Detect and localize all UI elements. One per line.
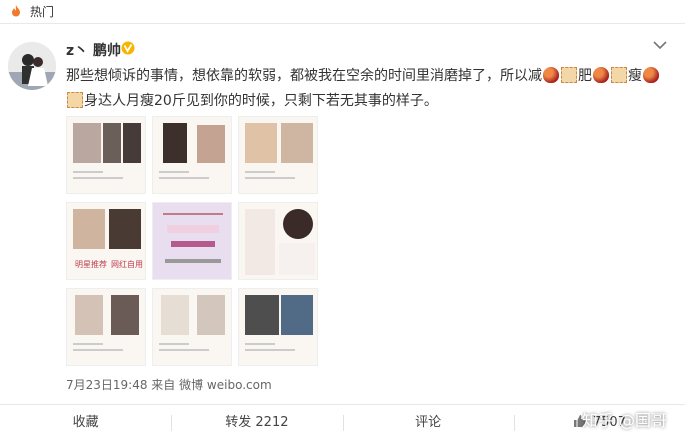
image-thumbnail[interactable]: 明星推荐 网红自用 xyxy=(66,202,146,280)
verified-badge-icon xyxy=(121,41,135,55)
section-label: 热门 xyxy=(30,5,55,19)
favorite-label: 收藏 xyxy=(72,415,99,430)
image-caption: 明星推荐 xyxy=(75,260,107,269)
emoji-icon xyxy=(643,67,659,83)
image-thumbnail[interactable] xyxy=(152,288,232,366)
image-thumbnail[interactable] xyxy=(66,288,146,366)
section-header: 热门 xyxy=(0,0,685,24)
post-text-part: 身达人月瘦20斤见到你的时候，只剩下若无其事的样子。 xyxy=(84,93,438,109)
post-text-part: 瘦 xyxy=(628,68,642,84)
username[interactable]: z丶 鹏帅 xyxy=(66,40,121,60)
image-thumbnail[interactable] xyxy=(152,116,232,194)
image-thumbnail[interactable] xyxy=(238,288,318,366)
watermark: 知乎 @国哥 xyxy=(581,411,667,430)
image-caption: 网红自用 xyxy=(111,260,143,269)
emoji-icon xyxy=(561,67,577,83)
favorite-button[interactable]: 收藏 xyxy=(0,405,171,443)
emoji-icon xyxy=(611,67,627,83)
emoji-icon xyxy=(67,92,83,108)
comment-label: 评论 xyxy=(415,415,442,430)
chevron-down-icon[interactable] xyxy=(653,40,667,50)
fire-icon xyxy=(12,5,20,17)
post-text-part: 那些想倾诉的事情，想依靠的软弱，都被我在空余的时间里消磨掉了，所以减 xyxy=(66,68,542,84)
image-thumbnail[interactable] xyxy=(238,116,318,194)
image-thumbnail[interactable] xyxy=(66,116,146,194)
comment-button[interactable]: 评论 xyxy=(342,405,514,443)
avatar-image xyxy=(8,42,56,90)
image-thumbnail[interactable] xyxy=(238,202,318,280)
avatar[interactable] xyxy=(8,42,56,90)
repost-button[interactable]: 转发 2212 xyxy=(171,405,342,443)
post-text-part: 肥 xyxy=(578,68,592,84)
image-grid: 明星推荐 网红自用 xyxy=(66,116,320,368)
emoji-icon xyxy=(543,67,559,83)
repost-label: 转发 2212 xyxy=(225,415,289,430)
timestamp-source: 7月23日19:48 来自 微博 weibo.com xyxy=(66,378,272,392)
post-text: 那些想倾诉的事情，想依靠的软弱，都被我在空余的时间里消磨掉了，所以减 肥 瘦身达人月… xyxy=(66,64,676,114)
emoji-icon xyxy=(593,67,609,83)
image-thumbnail[interactable] xyxy=(152,202,232,280)
